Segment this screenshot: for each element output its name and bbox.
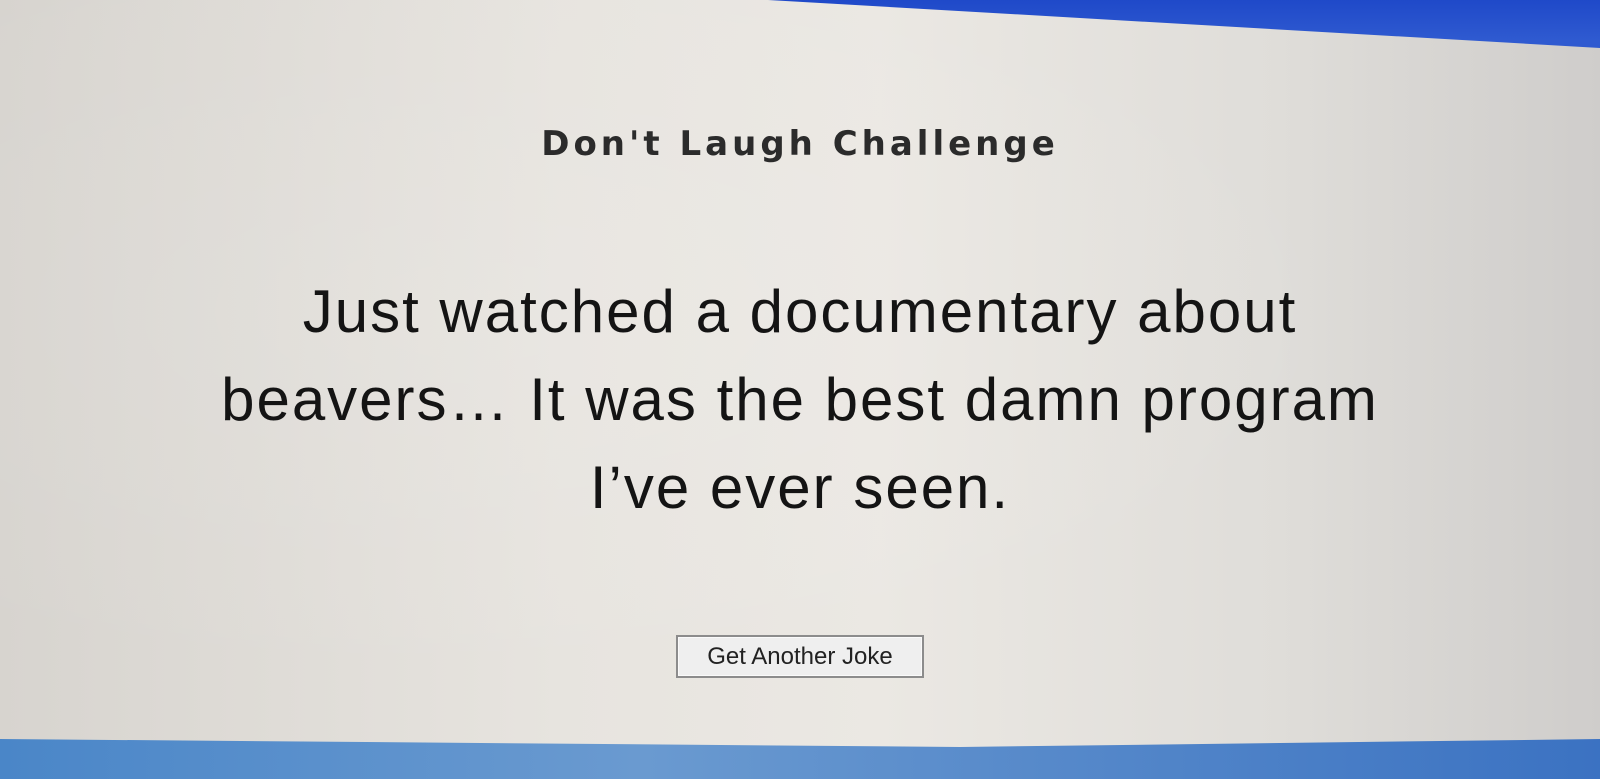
get-another-joke-button[interactable]: Get Another Joke xyxy=(676,635,924,678)
page-content: Don't Laugh Challenge Just watched a doc… xyxy=(0,0,1600,779)
page-title: Don't Laugh Challenge xyxy=(541,124,1059,164)
screen-photo: Don't Laugh Challenge Just watched a doc… xyxy=(0,0,1600,779)
joke-text: Just watched a documentary about beavers… xyxy=(221,278,1379,521)
